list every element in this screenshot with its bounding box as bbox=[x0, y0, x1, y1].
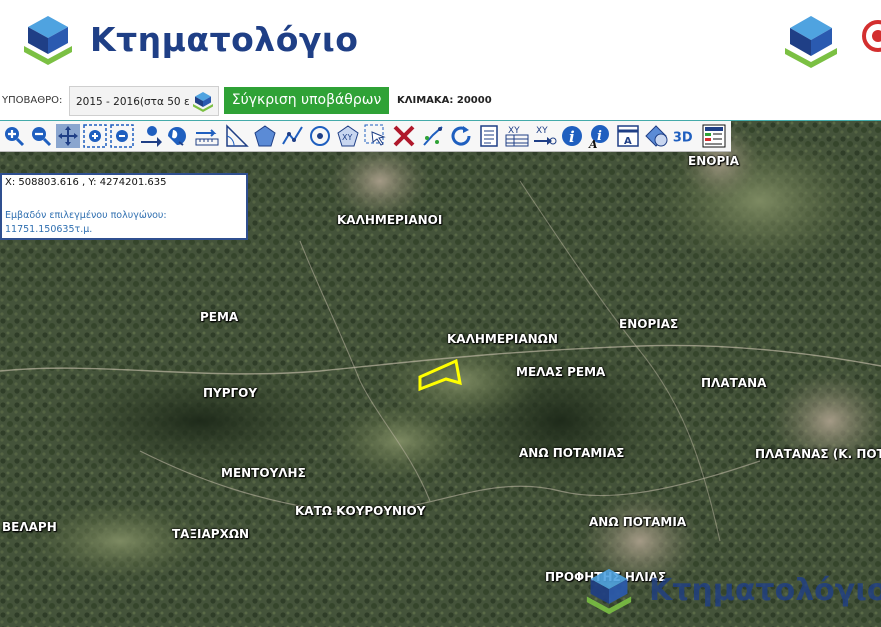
cursor-coordinates: X: 508803.616 , Y: 4274201.635 bbox=[5, 177, 167, 188]
ktimatologio-logo-icon[interactable] bbox=[22, 14, 74, 66]
xy-polygon-icon[interactable]: XY bbox=[336, 124, 360, 148]
measurement-info-box: X: 508803.616 , Y: 4274201.635 Εμβαδόν ε… bbox=[0, 173, 248, 240]
measure-distance-icon[interactable] bbox=[195, 124, 219, 148]
area-value: 11751.150635τ.μ. bbox=[5, 224, 93, 235]
svg-text:A: A bbox=[588, 138, 598, 148]
svg-text:i: i bbox=[597, 129, 602, 144]
zoom-in-icon[interactable] bbox=[2, 124, 26, 148]
place-label: ΕΝΟΡΙΑΣ bbox=[619, 317, 679, 331]
place-label: ΚΑΛΗΜΕΡΙΑΝΩΝ bbox=[447, 332, 558, 346]
place-label: ΜΕΝΤΟΥΛΗΣ bbox=[221, 466, 306, 480]
svg-text:3D: 3D bbox=[673, 131, 693, 146]
place-label: ΕΝΟΡΙΑ bbox=[688, 154, 739, 168]
place-label: ΑΝΩ ΠΟΤΑΜΙΑΣ bbox=[519, 446, 625, 460]
pan-icon[interactable] bbox=[56, 124, 80, 148]
select-icon[interactable] bbox=[364, 124, 388, 148]
place-label: ΑΝΩ ΠΟΤΑΜΙΑ bbox=[589, 515, 687, 529]
legend-icon[interactable] bbox=[702, 124, 726, 148]
zoom-box-in-icon[interactable] bbox=[83, 124, 107, 148]
xy-table-icon[interactable]: XY bbox=[505, 124, 529, 148]
info-text-icon[interactable]: iA bbox=[588, 124, 612, 148]
info-icon[interactable]: i bbox=[560, 124, 584, 148]
place-label: ΚΑΛΗΜΕΡΙΑΝΟΙ bbox=[337, 213, 443, 227]
svg-text:i: i bbox=[569, 128, 575, 146]
basemap-cube-icon bbox=[193, 92, 213, 112]
zoom-box-out-icon[interactable] bbox=[110, 124, 134, 148]
svg-text:XY: XY bbox=[342, 133, 352, 142]
zoom-out-icon[interactable] bbox=[29, 124, 53, 148]
svg-text:A: A bbox=[624, 136, 632, 147]
layers-icon[interactable] bbox=[644, 124, 668, 148]
xy-goto-icon[interactable]: XY bbox=[533, 124, 557, 148]
area-label: Εμβαδόν επιλεγμένου πολυγώνου: bbox=[5, 210, 167, 221]
map-watermark: Κτηματολόγιο bbox=[585, 567, 881, 617]
map-view[interactable]: ΕΝΟΡΙΑ ΚΑΛΗΜΕΡΙΑΝΟΙ ΡΕΜΑ ΚΑΛΗΜΕΡΙΑΝΩΝ ΕΝ… bbox=[0, 120, 881, 627]
header: Κτηματολόγιο bbox=[0, 0, 881, 78]
previous-extent-icon[interactable] bbox=[139, 124, 163, 148]
watermark-text: Κτηματολόγιο bbox=[649, 573, 881, 608]
place-label: ΤΑΞΙΑΡΧΩΝ bbox=[172, 527, 250, 541]
draw-vertices-icon[interactable] bbox=[421, 124, 445, 148]
place-label: ΒΕΛΑΡΗ bbox=[2, 520, 57, 534]
polygon-icon[interactable] bbox=[253, 124, 277, 148]
ktimatologio-logo-icon bbox=[586, 568, 632, 615]
text-label-icon[interactable]: A bbox=[616, 124, 640, 148]
place-label: ΠΛΑΤΑΝΑΣ (Κ. ΠΟΤ bbox=[755, 447, 881, 461]
basemap-bar: ΥΠΟΒΑΘΡΟ: 2015 - 2016(στα 50 εκ Σύγκριση… bbox=[0, 82, 881, 118]
basemap-select-value: 2015 - 2016(στα 50 εκ bbox=[76, 96, 190, 108]
place-label: ΡΕΜΑ bbox=[200, 310, 239, 324]
svg-text:XY: XY bbox=[536, 126, 548, 136]
ktimatologio-logo-icon bbox=[785, 16, 837, 68]
basemap-select[interactable]: 2015 - 2016(στα 50 εκ bbox=[69, 86, 219, 116]
3d-icon[interactable]: 3D bbox=[672, 124, 698, 148]
full-extent-icon[interactable] bbox=[165, 124, 189, 148]
basemap-label: ΥΠΟΒΑΘΡΟ: bbox=[2, 95, 63, 106]
place-label: ΜΕΛΑΣ ΡΕΜΑ bbox=[516, 365, 606, 379]
brand-title[interactable]: Κτηματολόγιο bbox=[90, 20, 358, 59]
polyline-icon[interactable] bbox=[281, 124, 305, 148]
place-label: ΠΥΡΓΟΥ bbox=[203, 386, 258, 400]
place-label: ΠΛΑΤΑΝΑ bbox=[701, 376, 767, 390]
clear-icon[interactable] bbox=[392, 124, 416, 148]
scale-label: ΚΛΙΜΑΚΑ: 20000 bbox=[397, 95, 492, 106]
measure-angle-icon[interactable] bbox=[225, 124, 249, 148]
circle-icon[interactable] bbox=[308, 124, 332, 148]
compare-basemaps-button[interactable]: Σύγκριση υποβάθρων bbox=[224, 87, 389, 114]
partner-logo-icon bbox=[862, 20, 881, 52]
map-toolbar: XY XY XY i iA A 3D bbox=[0, 121, 731, 152]
refresh-icon[interactable] bbox=[449, 124, 473, 148]
place-label: ΚΑΤΩ ΚΟΥΡΟΥΝΙΟΥ bbox=[295, 504, 426, 518]
document-icon[interactable] bbox=[477, 124, 501, 148]
